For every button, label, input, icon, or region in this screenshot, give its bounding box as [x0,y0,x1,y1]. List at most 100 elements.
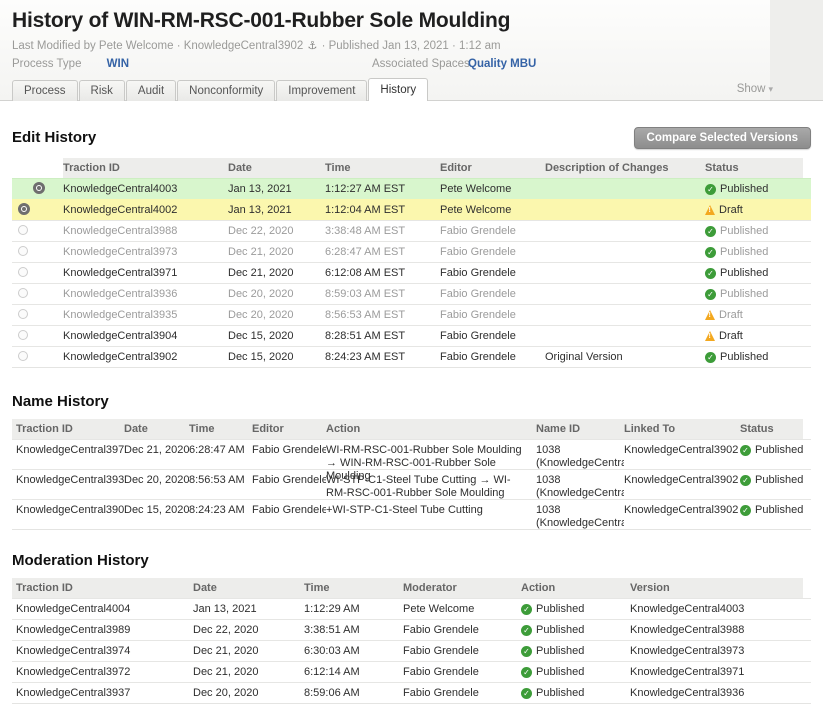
action-link[interactable]: WI-STP-C1-Steel Tube Cutting → WI-RM-RSC… [326,474,536,500]
version-radio[interactable] [18,267,28,277]
status-label: Published [755,474,803,487]
column-header: Date [228,158,325,178]
status-label: Draft [719,330,743,342]
editor-link[interactable]: Fabio Grendele [252,474,326,487]
action-status-badge: ✓Published [521,624,630,636]
moderator-link[interactable]: Fabio Grendele [403,624,521,636]
name-id-link[interactable]: 1038(KnowledgeCentral) [536,504,624,530]
mod-date: Dec 21, 2020 [193,666,304,678]
name-history-table: Traction IDDateTimeEditorActionName IDLi… [12,419,811,530]
last-modified-line: Last Modified by Pete Welcome · Knowledg… [0,33,823,52]
traction-id-link[interactable]: KnowledgeCentral3936 [12,474,124,487]
version-radio[interactable] [18,225,28,235]
traction-id-link[interactable]: KnowledgeCentral3973 [12,444,124,457]
action-link[interactable]: +WI-STP-C1-Steel Tube Cutting [326,504,536,517]
traction-id-link[interactable]: KnowledgeCentral3971 [63,267,228,279]
mod-time: 3:38:51 AM [304,624,403,636]
column-header: Status [705,158,803,178]
published-check-icon: ✓ [521,604,532,615]
mod-time: 6:12:14 AM [304,666,403,678]
moderation-history-row: KnowledgeCentral3989Dec 22, 20203:38:51 … [12,619,811,640]
version-radio[interactable] [18,203,30,215]
version-link[interactable]: KnowledgeCentral3988 [630,624,803,636]
status-badge: ✓Published [705,246,803,258]
version-radio[interactable] [18,246,28,256]
tab-audit[interactable]: Audit [126,80,176,101]
moderator-link[interactable]: Pete Welcome [403,603,521,615]
editor-link[interactable]: Fabio Grendele [440,351,545,363]
version-radio[interactable] [18,309,28,319]
traction-id-link[interactable]: KnowledgeCentral3904 [63,330,228,342]
published-check-icon: ✓ [705,352,716,363]
published-check-icon: ✓ [521,688,532,699]
edit-history-row: KnowledgeCentral4002Jan 13, 20211:12:04 … [12,199,811,220]
editor-link[interactable]: Fabio Grendele [252,504,326,517]
version-link[interactable]: KnowledgeCentral3973 [630,645,803,657]
column-header: Editor [440,158,545,178]
version-link[interactable]: KnowledgeCentral3936 [630,687,803,699]
editor-link[interactable]: Fabio Grendele [440,267,545,279]
name-time: 8:56:53 AM [189,474,252,487]
traction-id-link[interactable]: KnowledgeCentral3937 [12,687,193,699]
traction-id-link[interactable]: KnowledgeCentral3902 [63,351,228,363]
version-radio[interactable] [18,330,28,340]
version-radio[interactable] [33,182,45,194]
column-header: Editor [252,419,326,439]
published-check-icon: ✓ [521,646,532,657]
tab-risk[interactable]: Risk [79,80,125,101]
published-check-icon: ✓ [740,505,751,516]
version-link[interactable]: KnowledgeCentral3971 [630,666,803,678]
edit-history-table: Traction IDDateTimeEditorDescription of … [12,158,811,368]
column-header: Action [326,419,536,439]
tab-history[interactable]: History [368,78,428,101]
moderator-link[interactable]: Fabio Grendele [403,687,521,699]
page-header: History of WIN-RM-RSC-001-Rubber Sole Mo… [0,0,823,101]
status-badge: ✓Published [705,351,803,363]
published-check-icon: ✓ [740,445,751,456]
column-header: Action [521,578,630,598]
moderator-link[interactable]: Fabio Grendele [403,666,521,678]
name-id-link[interactable]: 1038(KnowledgeCentral) [536,474,624,500]
editor-link[interactable]: Fabio Grendele [440,330,545,342]
radio-cell [12,225,63,238]
moderation-history-row: KnowledgeCentral3937Dec 20, 20208:59:06 … [12,682,811,703]
traction-id-link[interactable]: KnowledgeCentral4004 [12,603,193,615]
version-radio[interactable] [18,351,28,361]
traction-id-link[interactable]: KnowledgeCentral3902 [12,504,124,517]
edit-history-row: KnowledgeCentral4003Jan 13, 20211:12:27 … [12,178,811,199]
editor: Fabio Grendele [440,225,545,237]
process-type-link[interactable]: WIN [107,58,129,70]
compare-selected-versions-button[interactable]: Compare Selected Versions [634,127,811,149]
name-id-space: (KnowledgeCentral) [536,487,618,500]
tab-process[interactable]: Process [12,80,78,101]
moderator-link[interactable]: Fabio Grendele [403,645,521,657]
edit-time: 6:28:47 AM EST [325,246,440,258]
published-check-icon: ✓ [705,268,716,279]
linked-to-link[interactable]: KnowledgeCentral3902 [624,444,740,457]
mod-date: Dec 21, 2020 [193,645,304,657]
associated-spaces-link[interactable]: Quality MBU [468,58,536,70]
tab-nonconformity[interactable]: Nonconformity [177,80,275,101]
column-header: Date [124,419,189,439]
traction-id-link[interactable]: KnowledgeCentral3989 [12,624,193,636]
edit-date: Dec 15, 2020 [228,330,325,342]
traction-id-link[interactable]: KnowledgeCentral3972 [12,666,193,678]
editor-link[interactable]: Fabio Grendele [252,444,326,457]
name-id-link[interactable]: 1038(KnowledgeCentral) [536,444,624,470]
edit-history-row: KnowledgeCentral3936Dec 20, 20208:59:03 … [12,283,811,304]
version-radio[interactable] [18,288,28,298]
column-header: Version [630,578,803,598]
version-link[interactable]: KnowledgeCentral4003 [630,603,803,615]
status-label: Published [536,645,584,657]
tab-bar: ProcessRiskAuditNonconformityImprovement… [0,78,823,101]
tab-improvement[interactable]: Improvement [276,80,367,101]
linked-to-link[interactable]: KnowledgeCentral3902 [624,504,740,517]
traction-id-link[interactable]: KnowledgeCentral3974 [12,645,193,657]
show-menu[interactable]: Show▾ [737,83,773,95]
status-badge: !Draft [705,204,803,216]
editor: Pete Welcome [440,183,545,195]
status-badge: ✓Published [740,474,803,487]
linked-to-link[interactable]: KnowledgeCentral3902 [624,474,740,487]
traction-id: KnowledgeCentral4002 [63,204,228,216]
name-id-space: (KnowledgeCentral) [536,517,618,530]
